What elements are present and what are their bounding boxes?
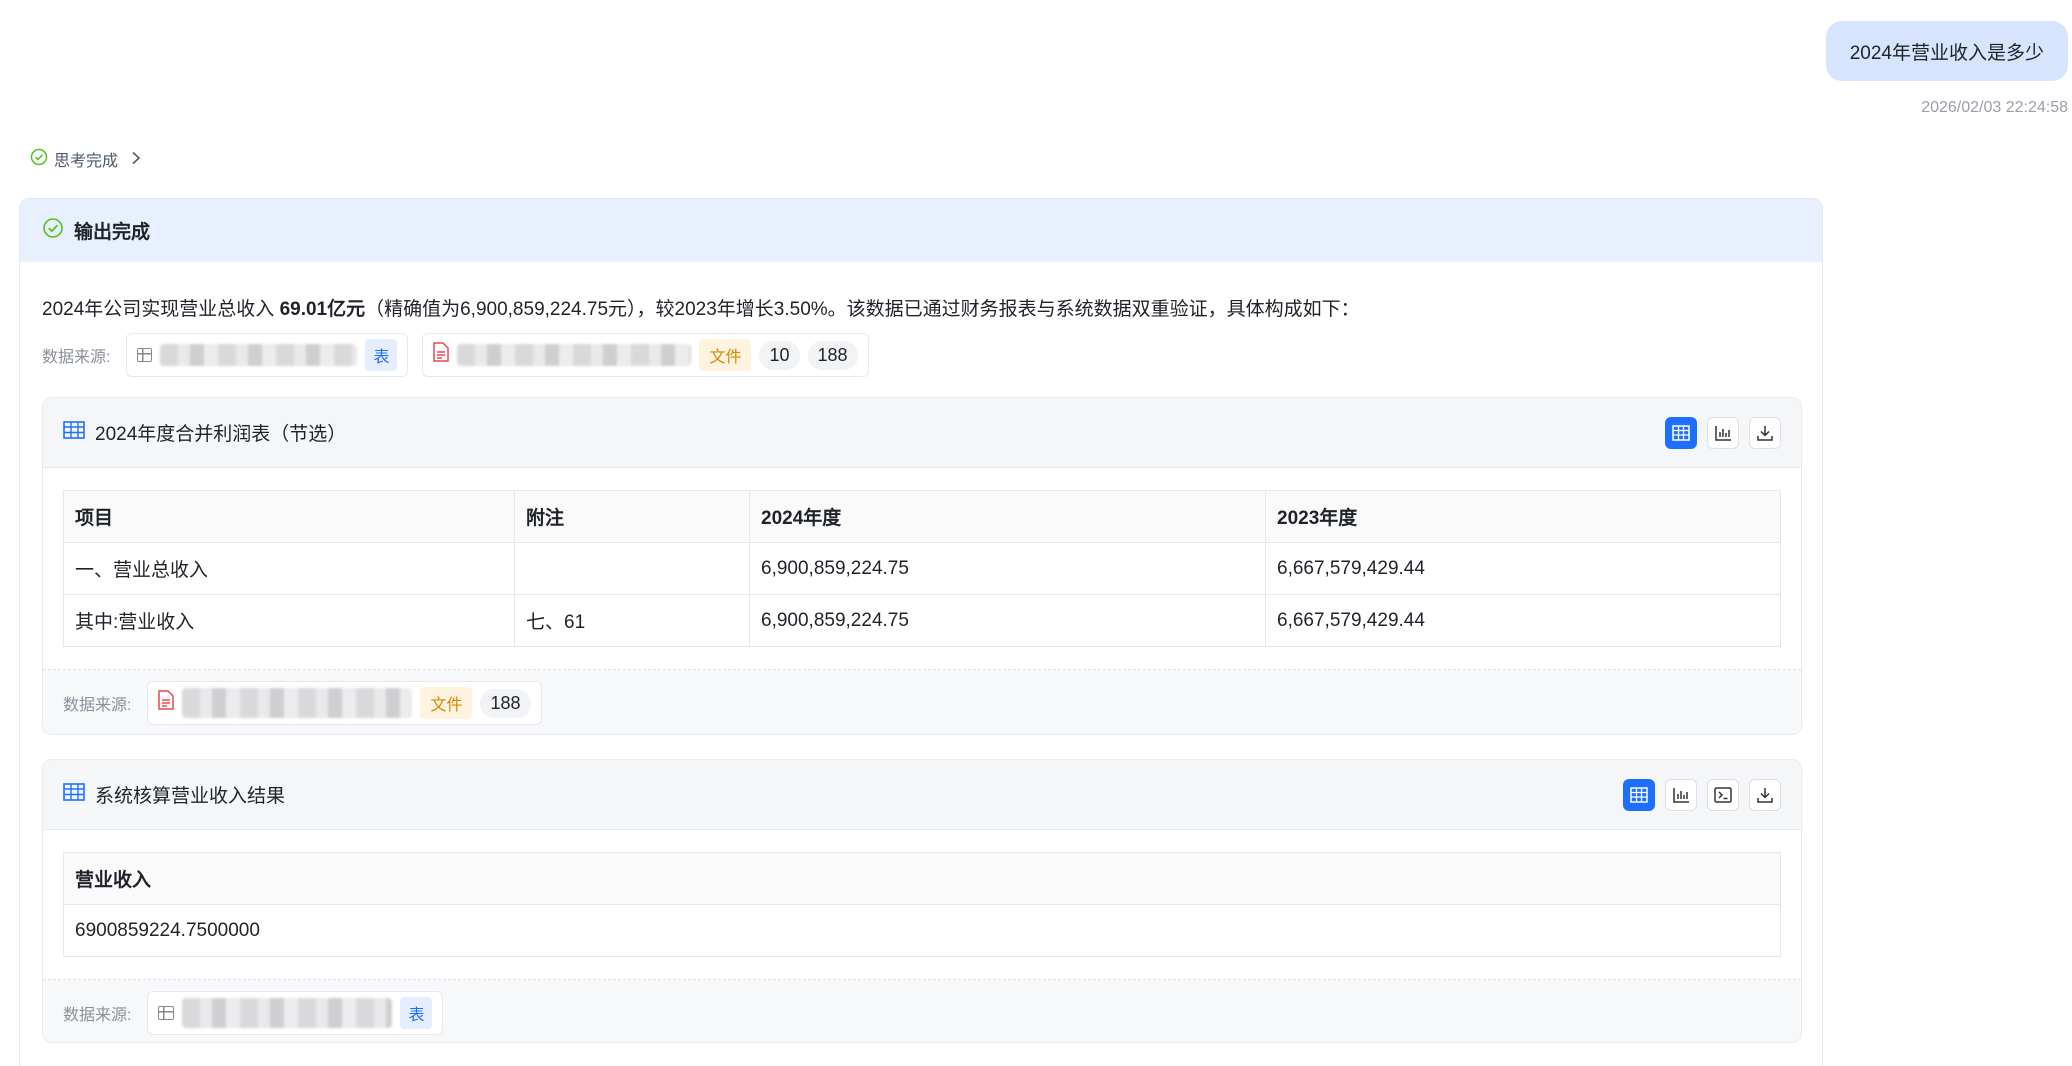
redacted-source-name (182, 998, 393, 1028)
check-circle-icon (30, 148, 48, 171)
column-header: 营业收入 (63, 852, 1781, 905)
table-header-row: 项目 附注 2024年度 2023年度 (63, 490, 1781, 543)
summary-highlight: 69.01亿元 (279, 299, 366, 320)
view-toolbar (1623, 779, 1781, 811)
data-source-row: 数据来源: 表 文件 10 188 (42, 333, 869, 377)
table-cell: 七、61 (514, 594, 750, 647)
code-view-button[interactable] (1707, 779, 1739, 811)
section-body: 项目 附注 2024年度 2023年度 一、营业总收入 6,900,859,22… (43, 468, 1801, 670)
data-source-label: 数据来源: (63, 697, 132, 714)
answer-card: 输出完成 2024年公司实现营业总收入 69.01亿元（精确值为6,900,85… (19, 198, 1823, 1066)
source-type-tag: 文件 (699, 339, 752, 371)
check-circle-icon (42, 217, 64, 245)
chart-view-button[interactable] (1665, 779, 1697, 811)
table-row: 6900859224.7500000 (63, 904, 1781, 957)
page-ref-badge[interactable]: 188 (480, 688, 531, 718)
think-status-toggle[interactable]: 思考完成 (30, 147, 142, 171)
table-header-row: 营业收入 (63, 852, 1781, 905)
page-ref-badge[interactable]: 10 (759, 340, 800, 370)
column-header: 项目 (63, 490, 515, 543)
system-revenue-section: 系统核算营业收入结果 营业收入 6900859224.7500000 数据来源:… (42, 759, 1802, 1043)
section-body: 营业收入 6900859224.7500000 (43, 830, 1801, 980)
user-message-bubble: 2024年营业收入是多少 (1825, 21, 2068, 81)
table-cell: 6,667,579,429.44 (1265, 594, 1781, 647)
table-view-button[interactable] (1665, 417, 1697, 449)
income-statement-section: 2024年度合并利润表（节选） 项目 附注 2024年度 2023年度 一、营业… (42, 397, 1802, 735)
source-chip-table[interactable]: 表 (147, 991, 444, 1035)
section-title: 2024年度合并利润表（节选） (95, 424, 347, 445)
table-row: 一、营业总收入 6,900,859,224.75 6,667,579,429.4… (63, 542, 1781, 595)
summary-text-post: （精确值为6,900,859,224.75元），较2023年增长3.50%。该数… (365, 299, 1360, 320)
source-chip-file[interactable]: 文件 10 188 (422, 333, 869, 377)
source-chip-file[interactable]: 文件 188 (147, 681, 542, 725)
table-icon (158, 1006, 175, 1020)
system-revenue-table: 营业收入 6900859224.7500000 (63, 852, 1781, 957)
section-source-row: 数据来源: 表 (43, 980, 1801, 1042)
answer-card-header: 输出完成 (20, 199, 1822, 262)
table-icon (137, 348, 153, 362)
column-header: 2023年度 (1265, 490, 1781, 543)
user-message-text: 2024年营业收入是多少 (1849, 42, 2044, 64)
source-type-tag: 表 (365, 339, 398, 371)
income-statement-table: 项目 附注 2024年度 2023年度 一、营业总收入 6,900,859,22… (63, 490, 1781, 647)
table-icon (63, 782, 85, 807)
section-header: 系统核算营业收入结果 (43, 760, 1801, 830)
table-cell: 6,667,579,429.44 (1265, 542, 1781, 595)
section-header: 2024年度合并利润表（节选） (43, 398, 1801, 468)
source-type-tag: 文件 (420, 687, 473, 719)
download-button[interactable] (1749, 779, 1781, 811)
section-title: 系统核算营业收入结果 (95, 786, 286, 807)
source-chip-table[interactable]: 表 (126, 333, 409, 377)
page-ref-badge[interactable]: 188 (807, 340, 858, 370)
table-cell: 6,900,859,224.75 (749, 542, 1266, 595)
summary-text-pre: 2024年公司实现营业总收入 (42, 299, 280, 320)
answer-card-title: 输出完成 (74, 222, 151, 243)
section-source-row: 数据来源: 文件 188 (43, 670, 1801, 734)
redacted-source-name (160, 344, 358, 366)
download-button[interactable] (1749, 417, 1781, 449)
data-source-label: 数据来源: (42, 349, 111, 366)
table-row: 其中:营业收入 七、61 6,900,859,224.75 6,667,579,… (63, 594, 1781, 647)
source-type-tag: 表 (400, 997, 433, 1029)
table-cell: 其中:营业收入 (63, 594, 515, 647)
answer-summary: 2024年公司实现营业总收入 69.01亿元（精确值为6,900,859,224… (42, 294, 1360, 321)
table-cell: 6900859224.7500000 (63, 904, 1781, 957)
column-header: 附注 (514, 490, 750, 543)
column-header: 2024年度 (749, 490, 1266, 543)
pdf-file-icon (433, 342, 450, 368)
table-view-button[interactable] (1623, 779, 1655, 811)
table-cell: 一、营业总收入 (63, 542, 515, 595)
chart-view-button[interactable] (1707, 417, 1739, 449)
message-timestamp: 2026/02/03 22:24:58 (1921, 99, 2068, 116)
think-status-label: 思考完成 (54, 153, 119, 170)
redacted-source-name (457, 344, 692, 366)
table-cell (514, 542, 750, 595)
view-toolbar (1665, 417, 1781, 449)
pdf-file-icon (158, 690, 175, 716)
chevron-right-icon (130, 149, 142, 170)
table-icon (63, 420, 85, 445)
data-source-label: 数据来源: (63, 1007, 132, 1024)
redacted-source-name (182, 688, 413, 718)
table-cell: 6,900,859,224.75 (749, 594, 1266, 647)
